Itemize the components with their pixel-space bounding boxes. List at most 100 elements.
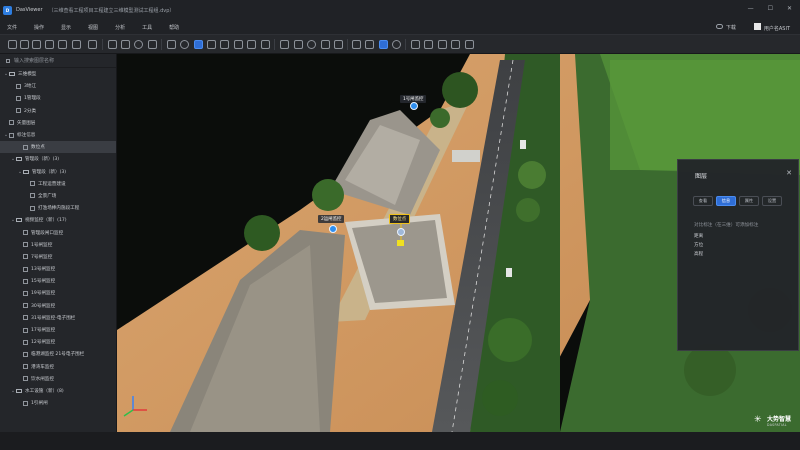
tree-row[interactable]: 数位点 — [0, 141, 116, 154]
minimize-button[interactable]: — — [748, 5, 754, 12]
maximize-button[interactable]: ☐ — [768, 5, 773, 12]
clip-icon[interactable] — [261, 40, 270, 49]
user-account-button[interactable]: 用户名ASIT — [753, 23, 790, 32]
tree-row[interactable]: 17号闸监控 — [0, 324, 116, 336]
fly-route-icon[interactable] — [451, 40, 460, 49]
save-icon[interactable] — [20, 40, 29, 49]
fit-view-icon[interactable] — [148, 40, 157, 49]
camera-marker-mid-icon[interactable] — [329, 225, 337, 233]
checkbox[interactable] — [23, 351, 28, 357]
tree-row[interactable]: 饮水闸监控 — [0, 373, 116, 385]
map-label-mid[interactable]: 2运闸监控 — [318, 215, 345, 223]
checkbox[interactable] — [23, 315, 28, 321]
layer-icon[interactable] — [58, 40, 67, 49]
checkbox[interactable] — [23, 278, 28, 284]
cut-icon[interactable] — [334, 40, 343, 49]
checkbox[interactable] — [9, 132, 14, 138]
tree-row[interactable]: 31号闸监控-电子围栏 — [0, 312, 116, 324]
volume-icon[interactable] — [207, 40, 216, 49]
menu-tools[interactable]: 工具 — [142, 24, 152, 31]
tree-row[interactable]: 1号闸监控 — [0, 239, 116, 251]
tree-row[interactable]: 3地江 — [0, 80, 116, 92]
profile-icon[interactable] — [220, 40, 229, 49]
checkbox[interactable] — [23, 230, 28, 236]
tree-row[interactable]: 1引闸闸 — [0, 397, 116, 409]
checkbox[interactable] — [30, 205, 35, 211]
checkbox[interactable] — [23, 339, 28, 345]
pin-icon[interactable] — [392, 40, 401, 49]
layer-search[interactable]: 输入搜索图层名称 — [0, 54, 116, 68]
close-button[interactable]: ✕ — [787, 5, 792, 12]
checkbox[interactable] — [30, 181, 35, 187]
tree-row[interactable]: 19号闸监控 — [0, 287, 116, 299]
move-icon[interactable] — [108, 40, 117, 49]
checkbox[interactable] — [30, 193, 35, 199]
checkbox[interactable] — [23, 400, 28, 406]
checkbox[interactable] — [23, 376, 28, 382]
tree-row[interactable]: ⌄ 管理段（新）(3) — [0, 153, 116, 165]
checkbox[interactable] — [16, 95, 21, 101]
tree-row[interactable]: 13号闸监控 — [0, 263, 116, 275]
angle-icon[interactable] — [234, 40, 243, 49]
tree-row[interactable]: 打渔场棒内施段工程 — [0, 202, 116, 214]
checkbox[interactable] — [23, 144, 28, 150]
checkbox[interactable] — [16, 83, 21, 89]
menu-help[interactable]: 帮助 — [169, 24, 179, 31]
map-label-highlight[interactable]: 数位点 — [389, 214, 411, 224]
export-icon[interactable] — [45, 40, 54, 49]
flatten-icon[interactable] — [294, 40, 303, 49]
menu-analysis[interactable]: 分析 — [115, 24, 125, 31]
camera-marker-top-icon[interactable] — [410, 102, 418, 110]
tree-row[interactable]: ⌄ 管理段（新）(3) — [0, 166, 116, 178]
tree-row[interactable]: ⌄ 三维模型 — [0, 68, 116, 80]
measure-area-icon[interactable] — [194, 40, 203, 49]
delete-icon[interactable] — [88, 40, 97, 49]
menu-display[interactable]: 显示 — [61, 24, 71, 31]
tree-row[interactable]: 工程运营建设 — [0, 178, 116, 190]
tree-row[interactable]: 2分类 — [0, 105, 116, 117]
measure-distance-icon[interactable] — [167, 40, 176, 49]
tab-view[interactable]: 查看 — [693, 196, 713, 206]
undo-icon[interactable] — [72, 40, 81, 49]
import-icon[interactable] — [32, 40, 41, 49]
pan-icon[interactable] — [121, 40, 130, 49]
slope-icon[interactable] — [247, 40, 256, 49]
crop-icon[interactable] — [280, 40, 289, 49]
tree-row[interactable]: 12号闸监控 — [0, 336, 116, 348]
measure-height-icon[interactable] — [180, 40, 189, 49]
menu-operation[interactable]: 操作 — [34, 24, 44, 31]
checkbox[interactable] — [9, 120, 14, 126]
tree-row[interactable]: 临港湖监控 21号电子围栏 — [0, 348, 116, 360]
checkbox[interactable] — [23, 266, 28, 272]
zoom-icon[interactable] — [134, 40, 143, 49]
export-model-icon[interactable] — [438, 40, 447, 49]
checkbox[interactable] — [23, 242, 28, 248]
checkbox[interactable] — [23, 327, 28, 333]
tree-row[interactable]: 港湾车监控 — [0, 361, 116, 373]
tree-row[interactable]: 1管理段 — [0, 92, 116, 104]
tree-row[interactable]: ⌄ 标注信息 — [0, 129, 116, 141]
video-icon[interactable] — [424, 40, 433, 49]
tree-row[interactable]: 矢量图层 — [0, 117, 116, 129]
open-file-icon[interactable] — [8, 40, 17, 49]
tree-row[interactable]: 30号闸监控 — [0, 300, 116, 312]
checkbox[interactable] — [16, 108, 21, 114]
tab-info[interactable]: 信息 — [716, 196, 736, 206]
menu-file[interactable]: 文件 — [7, 24, 17, 31]
annotation-icon[interactable] — [379, 40, 388, 49]
download-button[interactable]: 下载 — [715, 24, 736, 31]
checkbox[interactable] — [23, 303, 28, 309]
panel-close-button[interactable]: ✕ — [786, 169, 792, 177]
menu-view[interactable]: 视图 — [88, 24, 98, 31]
tab-attributes[interactable]: 属性 — [739, 196, 759, 206]
checkbox[interactable] — [23, 290, 28, 296]
tab-settings[interactable]: 设置 — [762, 196, 782, 206]
checkbox[interactable] — [23, 254, 28, 260]
tree-row[interactable]: 管理段闸口监控 — [0, 226, 116, 238]
flag-icon[interactable] — [352, 40, 361, 49]
highlight-marker-icon[interactable] — [397, 228, 405, 236]
box-select-icon[interactable] — [321, 40, 330, 49]
rotate-icon[interactable] — [307, 40, 316, 49]
tree-row[interactable]: 7号闸监控 — [0, 251, 116, 263]
tree-row[interactable]: 15号闸监控 — [0, 275, 116, 287]
